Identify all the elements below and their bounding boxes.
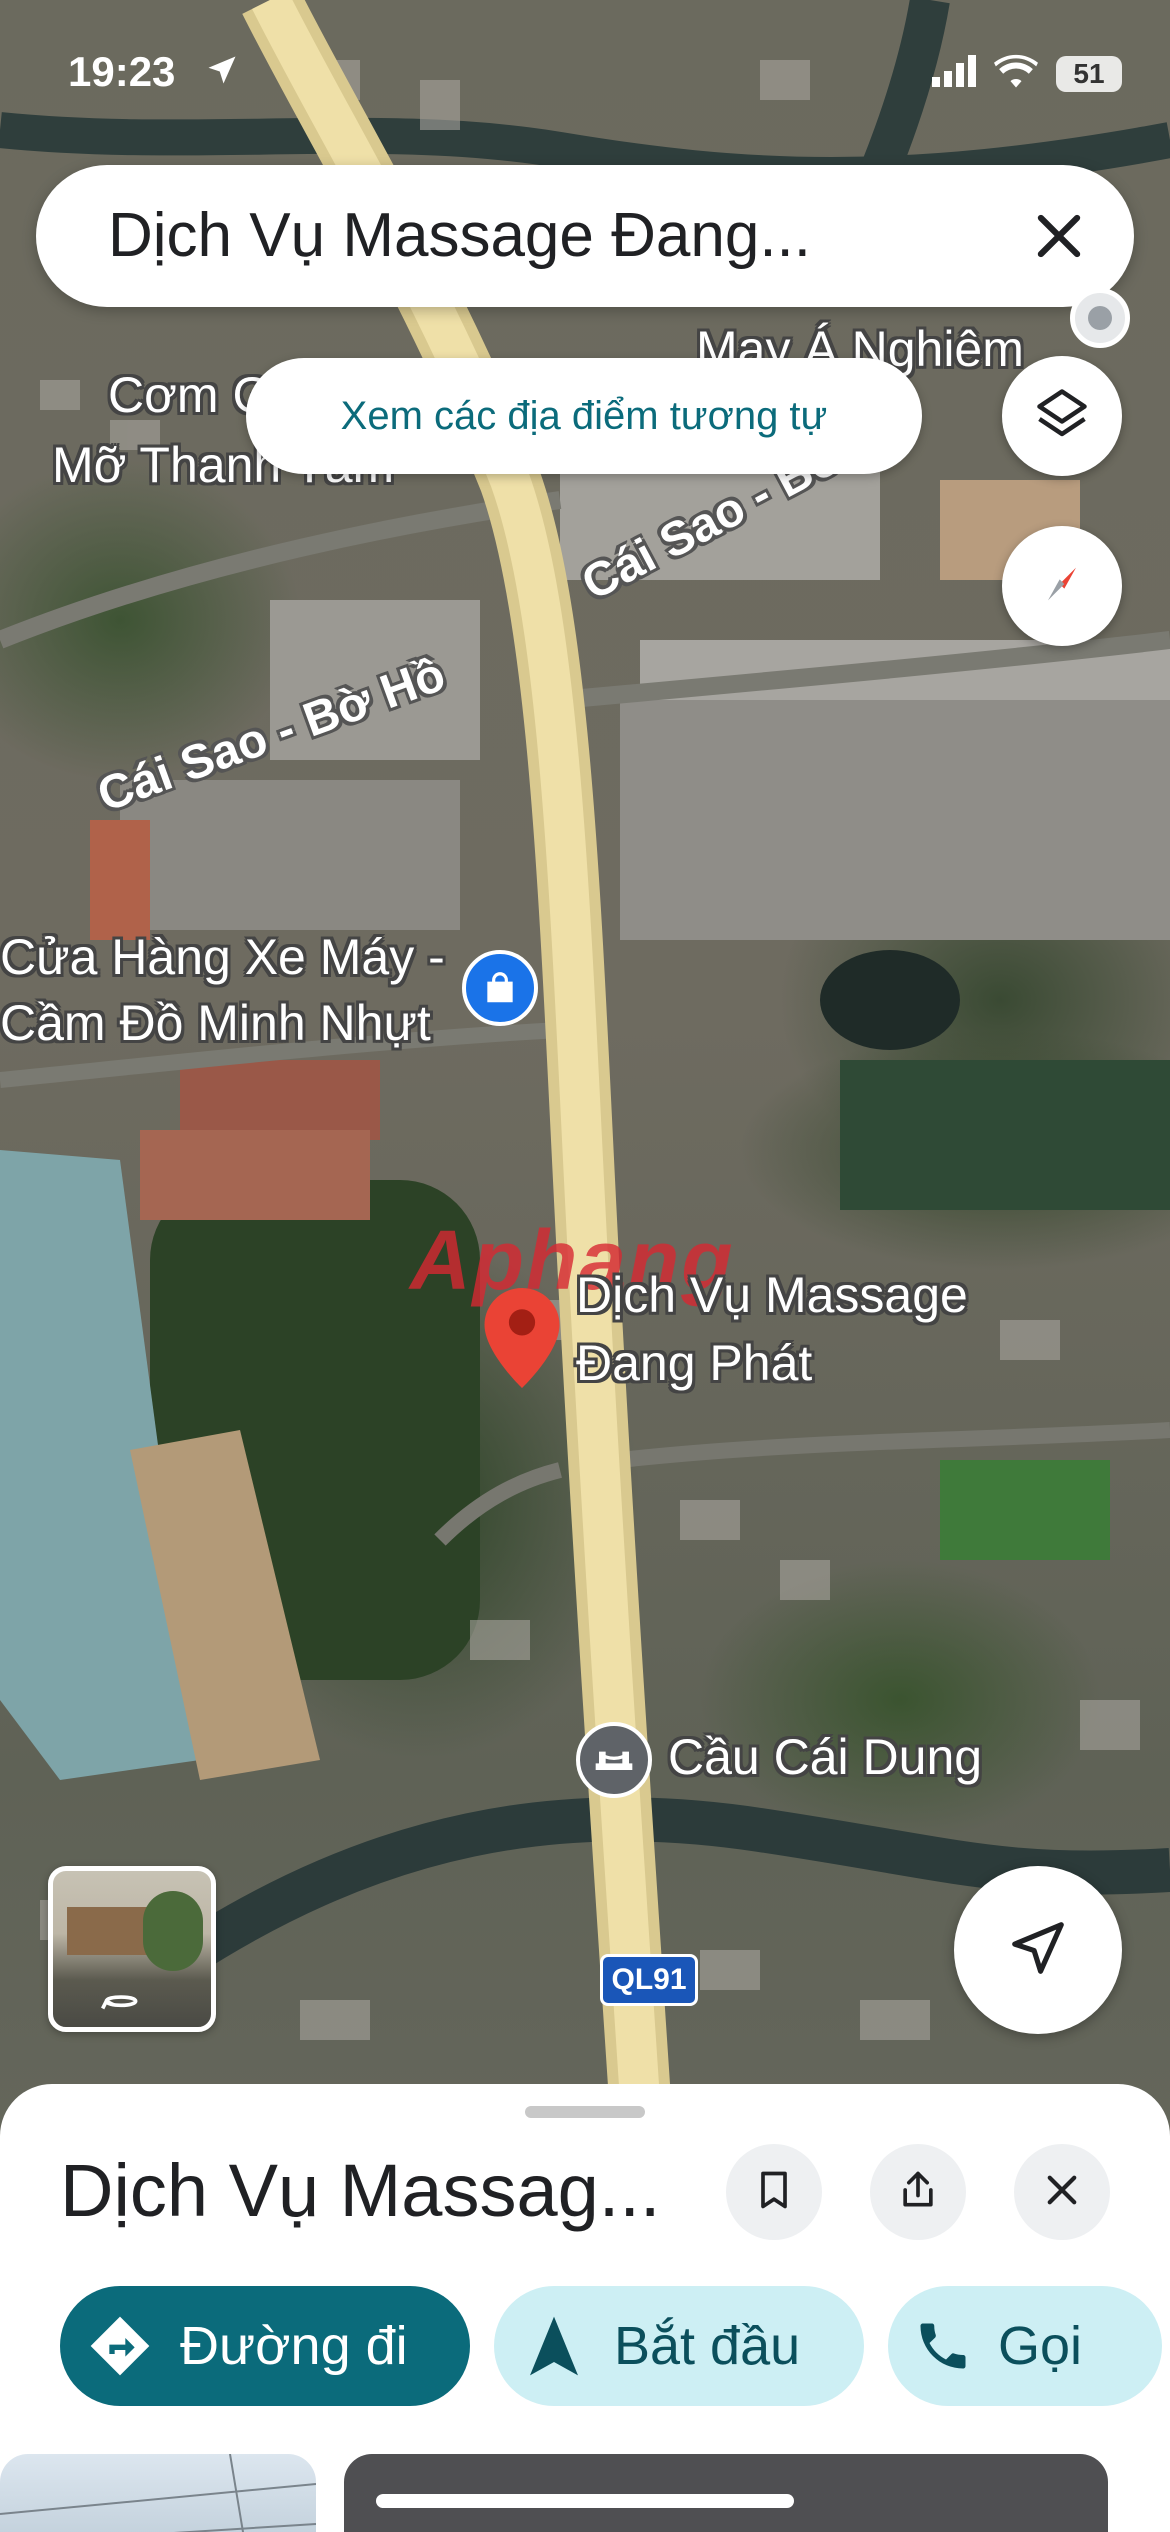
directions-icon [60,2314,180,2378]
directions-button[interactable]: Đường đi [60,2286,470,2406]
street-view-thumbnail[interactable] [48,1866,216,2032]
save-button[interactable] [726,2144,822,2240]
layers-button[interactable] [1002,356,1122,476]
location-arrow-icon [204,52,240,93]
call-button[interactable]: Gọi [888,2286,1162,2406]
place-title: Dịch Vụ Massag... [60,2149,661,2232]
map-label-cau-cai-dung[interactable]: Cầu Cái Dung [668,1730,982,1785]
status-bar: 19:23 51 [0,0,1170,150]
street-view-rotate-icon [99,1989,143,2022]
selected-place-pin-icon[interactable] [484,1288,560,1388]
close-icon[interactable] [1028,205,1090,267]
selected-place-label-line1[interactable]: Dịch Vụ Massage [576,1268,968,1323]
status-indicators: 51 [932,54,1122,93]
navigation-arrow-icon [1007,1917,1069,1984]
battery-indicator: 51 [1056,55,1122,92]
home-indicator [376,2494,794,2508]
place-bottom-sheet[interactable]: Dịch Vụ Massag... Đường đi Bắt đầu Gọi [0,2084,1170,2532]
status-time: 19:23 [68,48,176,95]
close-icon [1041,2169,1083,2216]
search-bar[interactable]: Dịch Vụ Massage Đang... [36,165,1134,307]
map-label-cua-hang-line2[interactable]: Cầm Đồ Minh Nhựt [0,996,431,1051]
start-label: Bắt đầu [614,2316,801,2376]
wifi-icon [994,54,1038,93]
call-label: Gọi [998,2316,1083,2376]
layers-icon [1032,384,1092,449]
shop-poi-icon[interactable] [462,950,538,1026]
route-shield-ql91: QL91 [600,1954,698,2006]
my-location-button[interactable] [954,1866,1122,2034]
map-label-cua-hang-line1[interactable]: Cửa Hàng Xe Máy - [0,930,445,985]
compass-icon [1034,556,1090,617]
directions-label: Đường đi [180,2316,408,2376]
close-sheet-button[interactable] [1014,2144,1110,2240]
share-icon [896,2168,940,2217]
bridge-poi-icon[interactable] [576,1722,652,1798]
start-navigation-button[interactable]: Bắt đầu [494,2286,864,2406]
search-query-text[interactable]: Dịch Vụ Massage Đang... [108,165,988,307]
street-view-tree [143,1891,203,1971]
photo-wires [0,2454,316,2532]
navigation-icon [494,2314,614,2378]
cellular-signal-icon [932,55,976,92]
selected-place-label-line2[interactable]: Đang Phát [576,1336,812,1391]
street-view-building [67,1907,147,1955]
sheet-drag-handle[interactable] [525,2106,645,2118]
place-photo-secondary[interactable] [344,2454,1108,2532]
map-marker-icon[interactable] [1070,288,1130,348]
bookmark-icon [752,2168,796,2217]
similar-places-chip[interactable]: Xem các địa điểm tương tự [246,358,922,474]
share-button[interactable] [870,2144,966,2240]
compass-button[interactable] [1002,526,1122,646]
place-photo[interactable] [0,2454,316,2532]
phone-icon [888,2316,998,2376]
